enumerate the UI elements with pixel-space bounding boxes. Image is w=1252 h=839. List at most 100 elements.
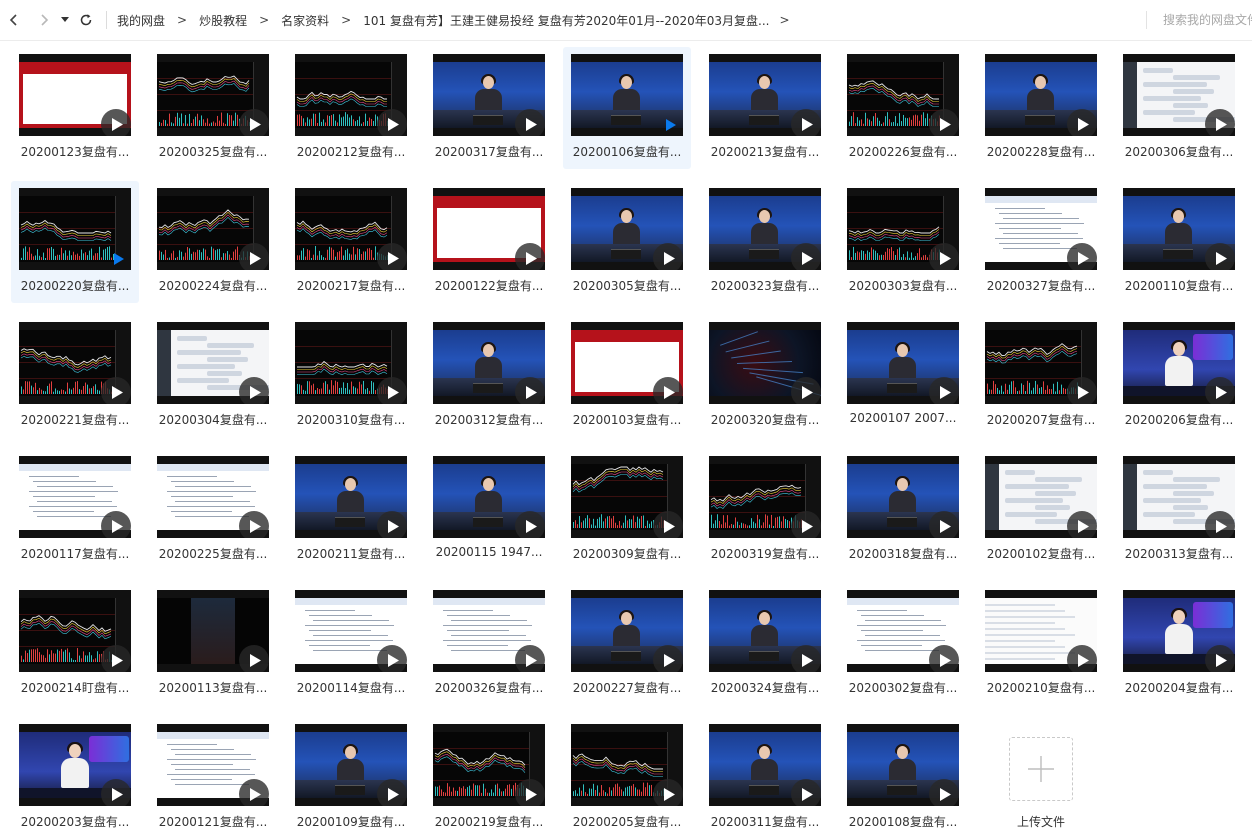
video-thumbnail[interactable] <box>985 456 1097 538</box>
video-thumbnail[interactable] <box>433 456 545 538</box>
play-button[interactable] <box>929 511 959 538</box>
video-file-tile[interactable]: 20200304复盘有... <box>149 315 277 437</box>
video-thumbnail[interactable] <box>157 188 269 270</box>
video-thumbnail[interactable] <box>709 724 821 806</box>
play-button[interactable] <box>653 779 683 806</box>
video-thumbnail[interactable] <box>19 188 131 270</box>
file-name[interactable]: 20200324复盘有... <box>701 679 829 696</box>
video-file-tile[interactable]: 20200109复盘有... <box>287 717 415 839</box>
file-name[interactable]: 20200220复盘有... <box>11 277 139 294</box>
play-button[interactable] <box>791 511 821 538</box>
play-button[interactable] <box>791 779 821 806</box>
play-button[interactable] <box>515 243 545 270</box>
file-name[interactable]: 20200320复盘有... <box>701 411 829 428</box>
video-file-tile[interactable]: 20200207复盘有... <box>977 315 1105 437</box>
video-thumbnail[interactable] <box>433 188 545 270</box>
file-name[interactable]: 20200213复盘有... <box>701 143 829 160</box>
video-thumbnail[interactable] <box>19 590 131 672</box>
video-file-tile[interactable]: 20200108复盘有... <box>839 717 967 839</box>
file-name[interactable]: 20200204复盘有... <box>1115 679 1243 696</box>
video-file-tile[interactable]: 20200312复盘有... <box>425 315 553 437</box>
video-thumbnail[interactable] <box>1123 456 1235 538</box>
video-file-tile[interactable]: 20200227复盘有... <box>563 583 691 705</box>
video-thumbnail[interactable] <box>985 54 1097 136</box>
play-button[interactable] <box>1205 511 1235 538</box>
file-name[interactable]: 20200122复盘有... <box>425 277 553 294</box>
play-button[interactable] <box>239 645 269 672</box>
upload-file-tile[interactable]: 上传文件 <box>970 717 1098 839</box>
video-file-tile[interactable]: 20200203复盘有... <box>11 717 139 839</box>
video-file-tile[interactable]: 20200205复盘有... <box>563 717 691 839</box>
video-thumbnail[interactable] <box>433 54 545 136</box>
video-thumbnail[interactable] <box>157 54 269 136</box>
video-file-tile[interactable]: 20200305复盘有... <box>563 181 691 303</box>
back-button[interactable] <box>2 8 26 32</box>
history-dropdown-button[interactable] <box>58 8 72 32</box>
video-thumbnail[interactable] <box>295 456 407 538</box>
file-name[interactable]: 20200327复盘有... <box>977 277 1105 294</box>
video-thumbnail[interactable] <box>985 322 1097 404</box>
play-button[interactable] <box>377 109 407 136</box>
video-thumbnail[interactable] <box>985 188 1097 270</box>
file-name[interactable]: 20200103复盘有... <box>563 411 691 428</box>
video-thumbnail[interactable] <box>985 590 1097 672</box>
play-button[interactable] <box>239 511 269 538</box>
video-thumbnail[interactable] <box>571 456 683 538</box>
video-thumbnail[interactable] <box>847 322 959 404</box>
video-thumbnail[interactable] <box>157 590 269 672</box>
play-button[interactable] <box>101 377 131 404</box>
video-file-tile[interactable]: 20200309复盘有... <box>563 449 691 571</box>
video-file-tile[interactable]: 20200211复盘有... <box>287 449 415 571</box>
play-button[interactable] <box>239 779 269 806</box>
play-button[interactable] <box>791 645 821 672</box>
video-file-tile[interactable]: 20200221复盘有... <box>11 315 139 437</box>
file-name[interactable]: 20200325复盘有... <box>149 143 277 160</box>
play-button[interactable] <box>653 377 683 404</box>
video-file-tile[interactable]: 20200123复盘有... <box>11 47 139 169</box>
play-button[interactable] <box>791 109 821 136</box>
video-file-tile[interactable]: 20200214盯盘有... <box>11 583 139 705</box>
play-button[interactable] <box>653 645 683 672</box>
file-name[interactable]: 20200221复盘有... <box>11 411 139 428</box>
breadcrumb-item-my-drive[interactable]: 我的网盘 <box>117 12 165 29</box>
play-button[interactable] <box>929 243 959 270</box>
video-thumbnail[interactable] <box>1123 590 1235 672</box>
play-button[interactable] <box>377 779 407 806</box>
video-file-tile[interactable]: 20200306复盘有... <box>1115 47 1243 169</box>
video-file-tile[interactable]: 20200310复盘有... <box>287 315 415 437</box>
video-file-tile[interactable]: 20200228复盘有... <box>977 47 1105 169</box>
video-file-tile[interactable]: 20200220复盘有... <box>11 181 139 303</box>
file-name[interactable]: 20200123复盘有... <box>11 143 139 160</box>
file-name[interactable]: 20200228复盘有... <box>977 143 1105 160</box>
play-button[interactable] <box>653 511 683 538</box>
file-name[interactable]: 20200214盯盘有... <box>11 679 139 696</box>
file-name[interactable]: 20200210复盘有... <box>977 679 1105 696</box>
video-file-tile[interactable]: 20200107 2007... <box>839 315 967 437</box>
video-file-tile[interactable]: 20200303复盘有... <box>839 181 967 303</box>
video-file-tile[interactable]: 20200317复盘有... <box>425 47 553 169</box>
video-thumbnail[interactable] <box>847 590 959 672</box>
play-button[interactable] <box>101 109 131 136</box>
play-button[interactable] <box>101 511 131 538</box>
video-thumbnail[interactable] <box>19 456 131 538</box>
play-button[interactable] <box>1205 377 1235 404</box>
file-name[interactable]: 20200303复盘有... <box>839 277 967 294</box>
play-button[interactable] <box>377 645 407 672</box>
file-name[interactable]: 20200318复盘有... <box>839 545 967 562</box>
play-button[interactable] <box>515 377 545 404</box>
video-file-tile[interactable]: 20200102复盘有... <box>977 449 1105 571</box>
file-name[interactable]: 20200313复盘有... <box>1115 545 1243 562</box>
file-name[interactable]: 20200217复盘有... <box>287 277 415 294</box>
play-button[interactable] <box>515 779 545 806</box>
video-thumbnail[interactable] <box>571 322 683 404</box>
video-file-tile[interactable]: 20200212复盘有... <box>287 47 415 169</box>
file-name[interactable]: 20200203复盘有... <box>11 813 139 830</box>
file-name[interactable]: 20200304复盘有... <box>149 411 277 428</box>
play-button[interactable] <box>791 243 821 270</box>
video-thumbnail[interactable] <box>1123 188 1235 270</box>
file-name[interactable]: 20200225复盘有... <box>149 545 277 562</box>
play-button[interactable] <box>929 377 959 404</box>
video-thumbnail[interactable] <box>157 724 269 806</box>
video-file-tile[interactable]: 20200313复盘有... <box>1115 449 1243 571</box>
video-thumbnail[interactable] <box>1123 322 1235 404</box>
